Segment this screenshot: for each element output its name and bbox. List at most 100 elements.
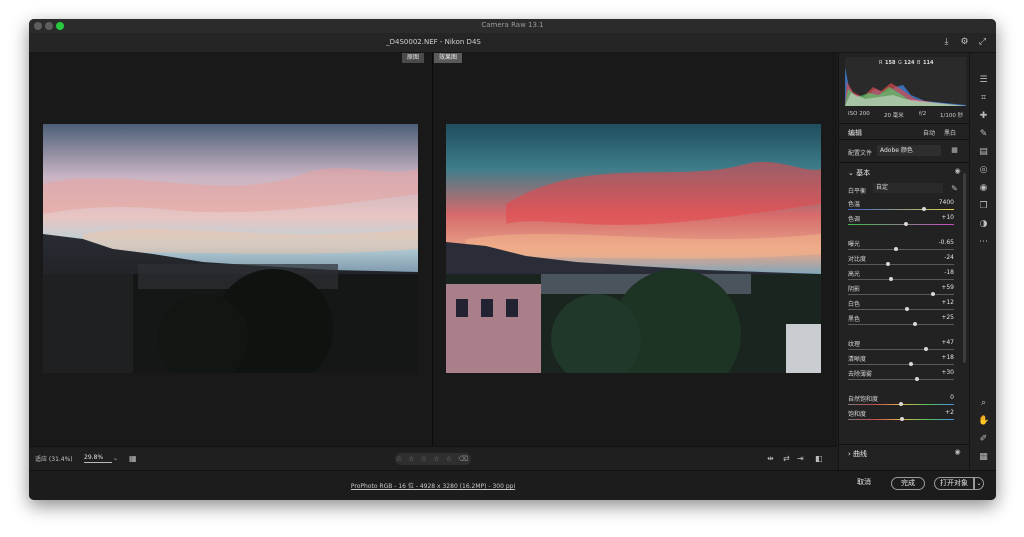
slider-thumb[interactable] <box>922 207 927 211</box>
slider-track[interactable] <box>848 349 954 350</box>
before-photo[interactable] <box>43 124 418 373</box>
panel-scrollbar[interactable] <box>963 173 966 363</box>
slider-value[interactable]: +59 <box>941 284 954 291</box>
slider-row: 纹理 +47 <box>848 339 960 354</box>
hand-tool-icon[interactable]: ✋ <box>978 416 989 427</box>
workflow-options-link[interactable]: ProPhoto RGB - 16 位 - 4928 x 3280 (16.2M… <box>29 481 837 490</box>
zoom-tool-icon[interactable]: ⌕ <box>978 398 989 409</box>
curve-section-header[interactable]: › 曲线 <box>848 449 867 459</box>
chevron-down-icon[interactable]: ⌄ <box>113 453 118 465</box>
basic-section-header[interactable]: ⌄ 基本 <box>848 168 870 178</box>
presets-icon[interactable]: ◑ <box>978 219 989 230</box>
graduated-filter-icon[interactable]: ▤ <box>978 147 989 158</box>
compare-views-icon[interactable]: ⇹ <box>767 453 774 465</box>
slider-thumb[interactable] <box>900 417 905 421</box>
slider-value[interactable]: -18 <box>944 269 954 276</box>
snapshots-icon[interactable]: ❐ <box>978 201 989 212</box>
slider-track[interactable] <box>848 249 954 250</box>
section-divider <box>839 444 970 445</box>
slider-value[interactable]: 0 <box>950 394 954 401</box>
slider-thumb[interactable] <box>930 292 935 296</box>
fullscreen-icon[interactable]: ⤢ <box>977 37 988 48</box>
slider-value[interactable]: +12 <box>941 299 954 306</box>
slider-thumb[interactable] <box>904 222 909 226</box>
slider-thumb[interactable] <box>914 377 919 381</box>
footer-bar: ProPhoto RGB - 16 位 - 4928 x 3280 (16.2M… <box>29 470 996 500</box>
crop-icon[interactable]: ⌗ <box>978 93 989 104</box>
before-view-label[interactable]: 原图 <box>402 53 425 63</box>
slider-track[interactable] <box>848 309 954 310</box>
histogram-b-value: 114 <box>923 60 934 66</box>
slider-track[interactable] <box>848 294 954 295</box>
slider-value[interactable]: -24 <box>944 254 954 261</box>
slider-value[interactable]: -0.65 <box>938 239 954 246</box>
profile-browser-icon[interactable]: ▦ <box>949 145 960 156</box>
open-options-chevron-icon[interactable]: ⌄ <box>974 477 984 490</box>
slider-value[interactable]: +30 <box>941 369 954 376</box>
slider-label: 清晰度 <box>848 356 867 363</box>
after-view-label[interactable]: 效果图 <box>434 53 463 63</box>
star-rating[interactable]: ☆ ☆ ☆ ☆ ☆ ⌫ <box>395 453 471 465</box>
healing-brush-icon[interactable]: ✚ <box>978 111 989 122</box>
grid-overlay-icon[interactable]: ▦ <box>129 453 137 465</box>
more-icon[interactable]: ⋯ <box>978 237 989 248</box>
radial-filter-icon[interactable]: ◎ <box>978 165 989 176</box>
image-stage: 原图 效果图 <box>29 53 837 446</box>
slider-track[interactable] <box>848 364 954 365</box>
slider-thumb[interactable] <box>889 277 894 281</box>
edit-sliders-icon[interactable]: ☰ <box>978 75 989 86</box>
red-eye-icon[interactable]: ◉ <box>978 183 989 194</box>
slider-thumb[interactable] <box>924 347 929 351</box>
slider-track[interactable] <box>848 224 954 225</box>
slider-value[interactable]: 7400 <box>939 199 954 206</box>
slider-track[interactable] <box>848 324 954 325</box>
slider-track[interactable] <box>848 379 954 380</box>
slider-thumb[interactable] <box>912 322 917 326</box>
fit-zoom-button[interactable]: 适应 (31.4%) <box>35 454 73 463</box>
after-photo[interactable] <box>446 124 821 373</box>
before-after-toggle-icon[interactable]: ◧ <box>815 453 823 465</box>
grid-toggle-icon[interactable]: ▦ <box>978 452 989 463</box>
slider-value[interactable]: +10 <box>941 214 954 221</box>
eye-icon[interactable]: ◉ <box>952 447 963 458</box>
slider-track[interactable] <box>848 209 954 210</box>
slider-track[interactable] <box>848 279 954 280</box>
section-divider <box>839 123 970 124</box>
slider-thumb[interactable] <box>893 247 898 251</box>
slider-value[interactable]: +2 <box>945 409 954 416</box>
open-object-button[interactable]: 打开对象 <box>934 477 974 490</box>
histogram-g-value: 124 <box>904 60 915 66</box>
file-name: _D4S0002.NEF - Nikon D4S <box>386 38 481 46</box>
exif-shutter: 1/100 秒 <box>940 113 964 119</box>
curve-section-title: 曲线 <box>853 450 868 458</box>
edit-panel: R 158 G 124 B 114 ISO 200 20 毫米 f/2 1/10… <box>838 53 970 470</box>
gear-icon[interactable]: ⚙ <box>959 37 970 48</box>
brush-icon[interactable]: ✎ <box>978 129 989 140</box>
eye-icon[interactable]: ◉ <box>952 166 963 177</box>
profile-select[interactable]: Adobe 颜色 <box>877 145 941 156</box>
slider-thumb[interactable] <box>908 362 913 366</box>
slider-track[interactable] <box>848 264 954 265</box>
done-button[interactable]: 完成 <box>891 477 925 490</box>
swap-icon[interactable]: ⇄ <box>783 453 790 465</box>
slider-thumb[interactable] <box>905 307 910 311</box>
cancel-button[interactable]: 取消 <box>851 477 877 490</box>
zoom-level-select[interactable]: 29.8% <box>84 454 112 463</box>
white-balance-select[interactable]: 自定 <box>873 183 943 193</box>
auto-button[interactable]: 自动 <box>923 128 935 137</box>
view-toolbar: 适应 (31.4%) 29.8% ⌄ ▦ ☆ ☆ ☆ ☆ ☆ ⌫ ⇹ ⇄ ⇥ ◧ <box>29 446 837 470</box>
slider-row: 饱和度 +2 <box>848 409 960 424</box>
tool-rail: ☰ ⌗ ✚ ✎ ▤ ◎ ◉ ❐ ◑ ⋯ ⌕ ✋ ✐ ▦ <box>969 53 996 470</box>
eyedropper-icon[interactable]: ✎ <box>949 183 960 194</box>
color-sampler-icon[interactable]: ✐ <box>978 434 989 445</box>
slider-value[interactable]: +18 <box>941 354 954 361</box>
slider-row: 对比度 -24 <box>848 254 960 269</box>
slider-value[interactable]: +25 <box>941 314 954 321</box>
save-image-icon[interactable]: ⤓ <box>941 37 952 48</box>
black-white-button[interactable]: 黑白 <box>944 128 956 137</box>
section-divider <box>839 139 970 140</box>
copy-settings-icon[interactable]: ⇥ <box>797 453 804 465</box>
slider-value[interactable]: +47 <box>941 339 954 346</box>
slider-thumb[interactable] <box>899 402 903 406</box>
slider-thumb[interactable] <box>886 262 891 266</box>
